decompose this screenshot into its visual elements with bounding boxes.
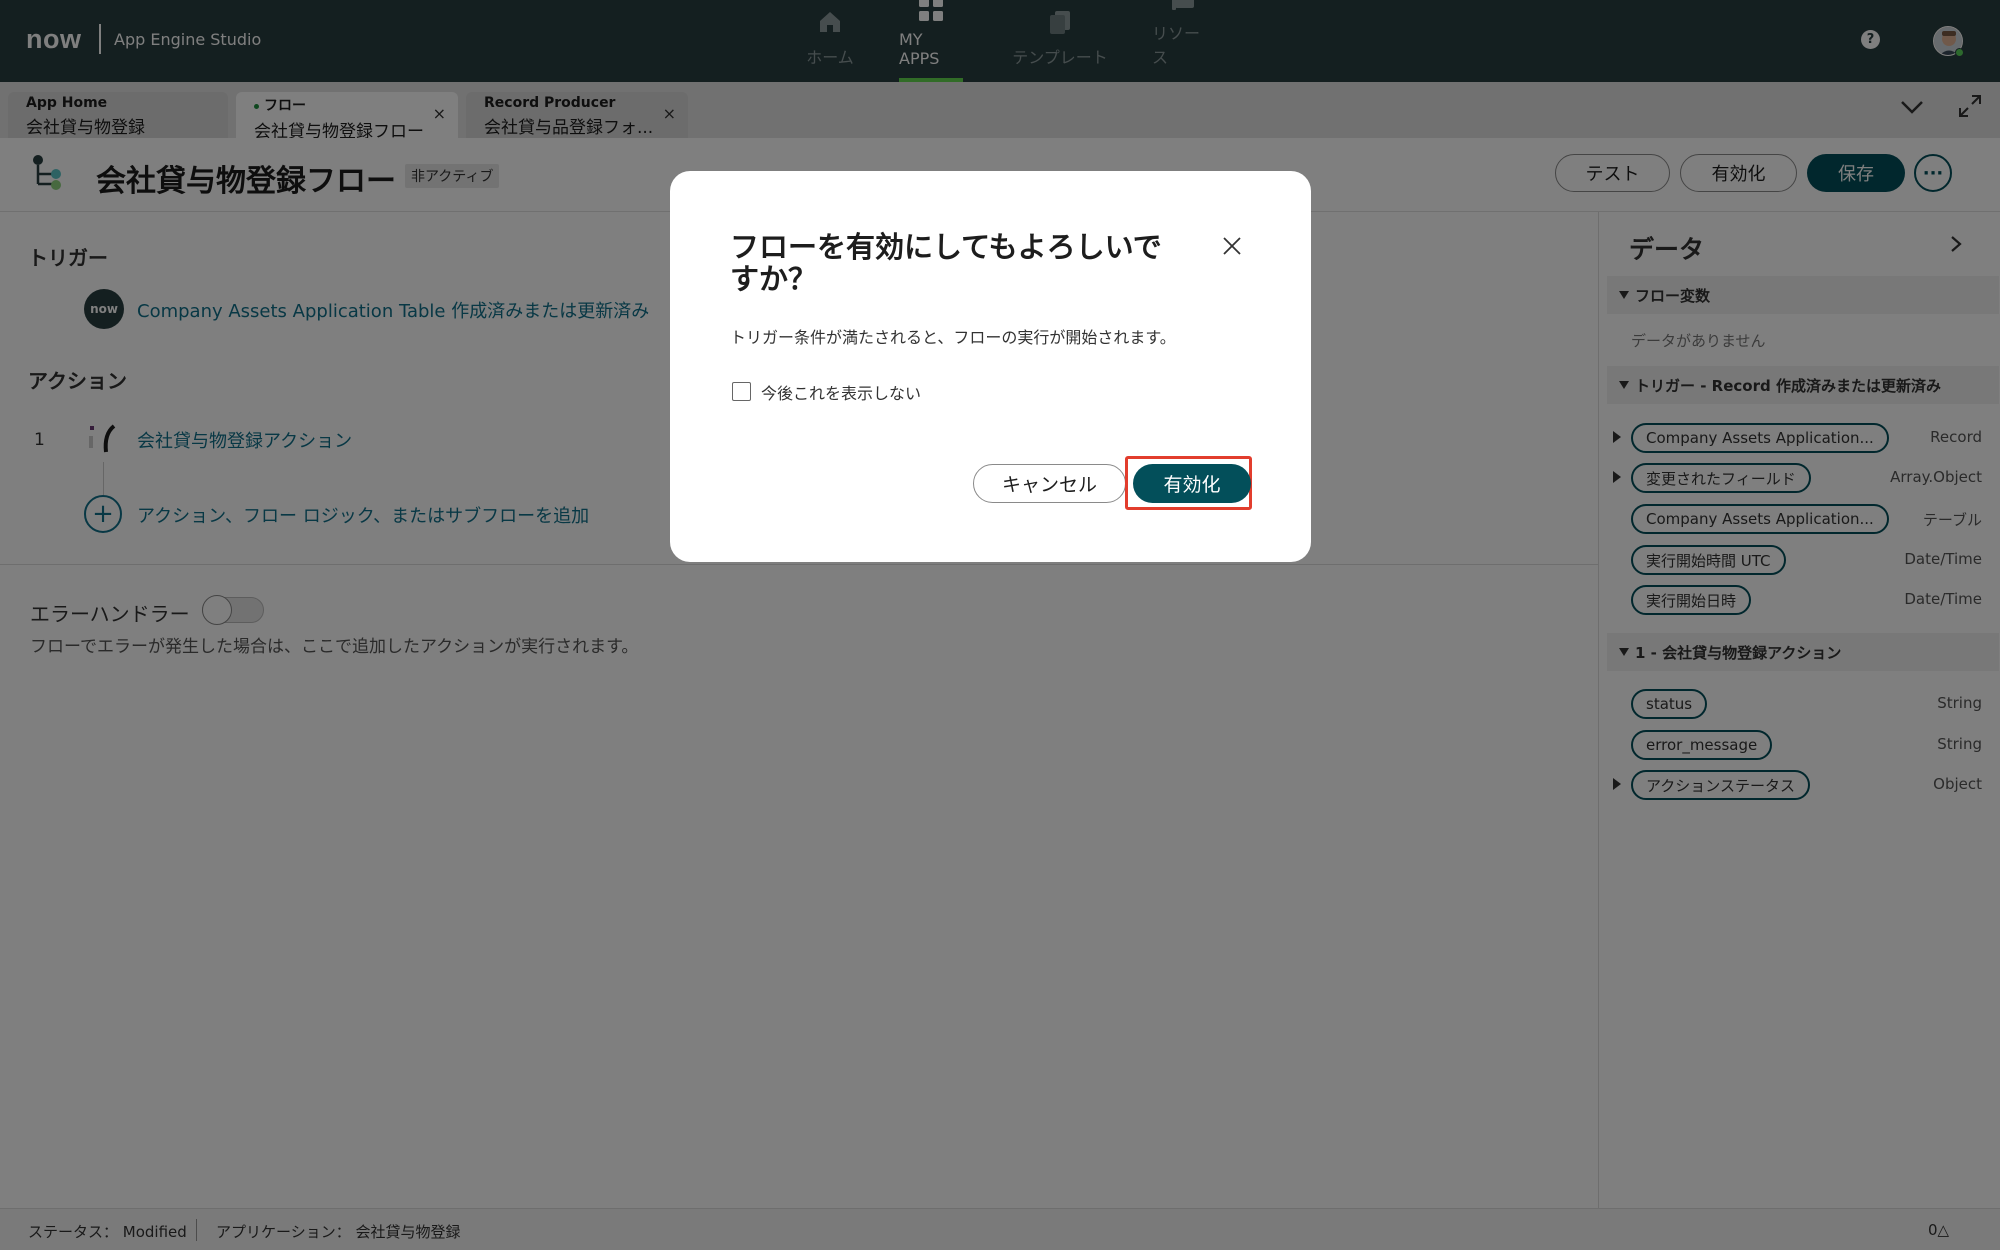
dont-show-again-checkbox[interactable] [732,382,751,401]
close-icon[interactable] [1217,231,1247,261]
confirm-activate-button[interactable]: 有効化 [1133,464,1251,503]
cancel-button[interactable]: キャンセル [973,464,1126,503]
dialog-title: フローを有効にしてもよろしいですか？ [730,230,1162,296]
activate-confirm-dialog: フローを有効にしてもよろしいですか？ トリガー条件が満たされると、フローの実行が… [670,171,1311,562]
dont-show-again-label[interactable]: 今後これを表示しない [761,380,921,404]
dialog-description: トリガー条件が満たされると、フローの実行が開始されます。 [730,328,1176,347]
